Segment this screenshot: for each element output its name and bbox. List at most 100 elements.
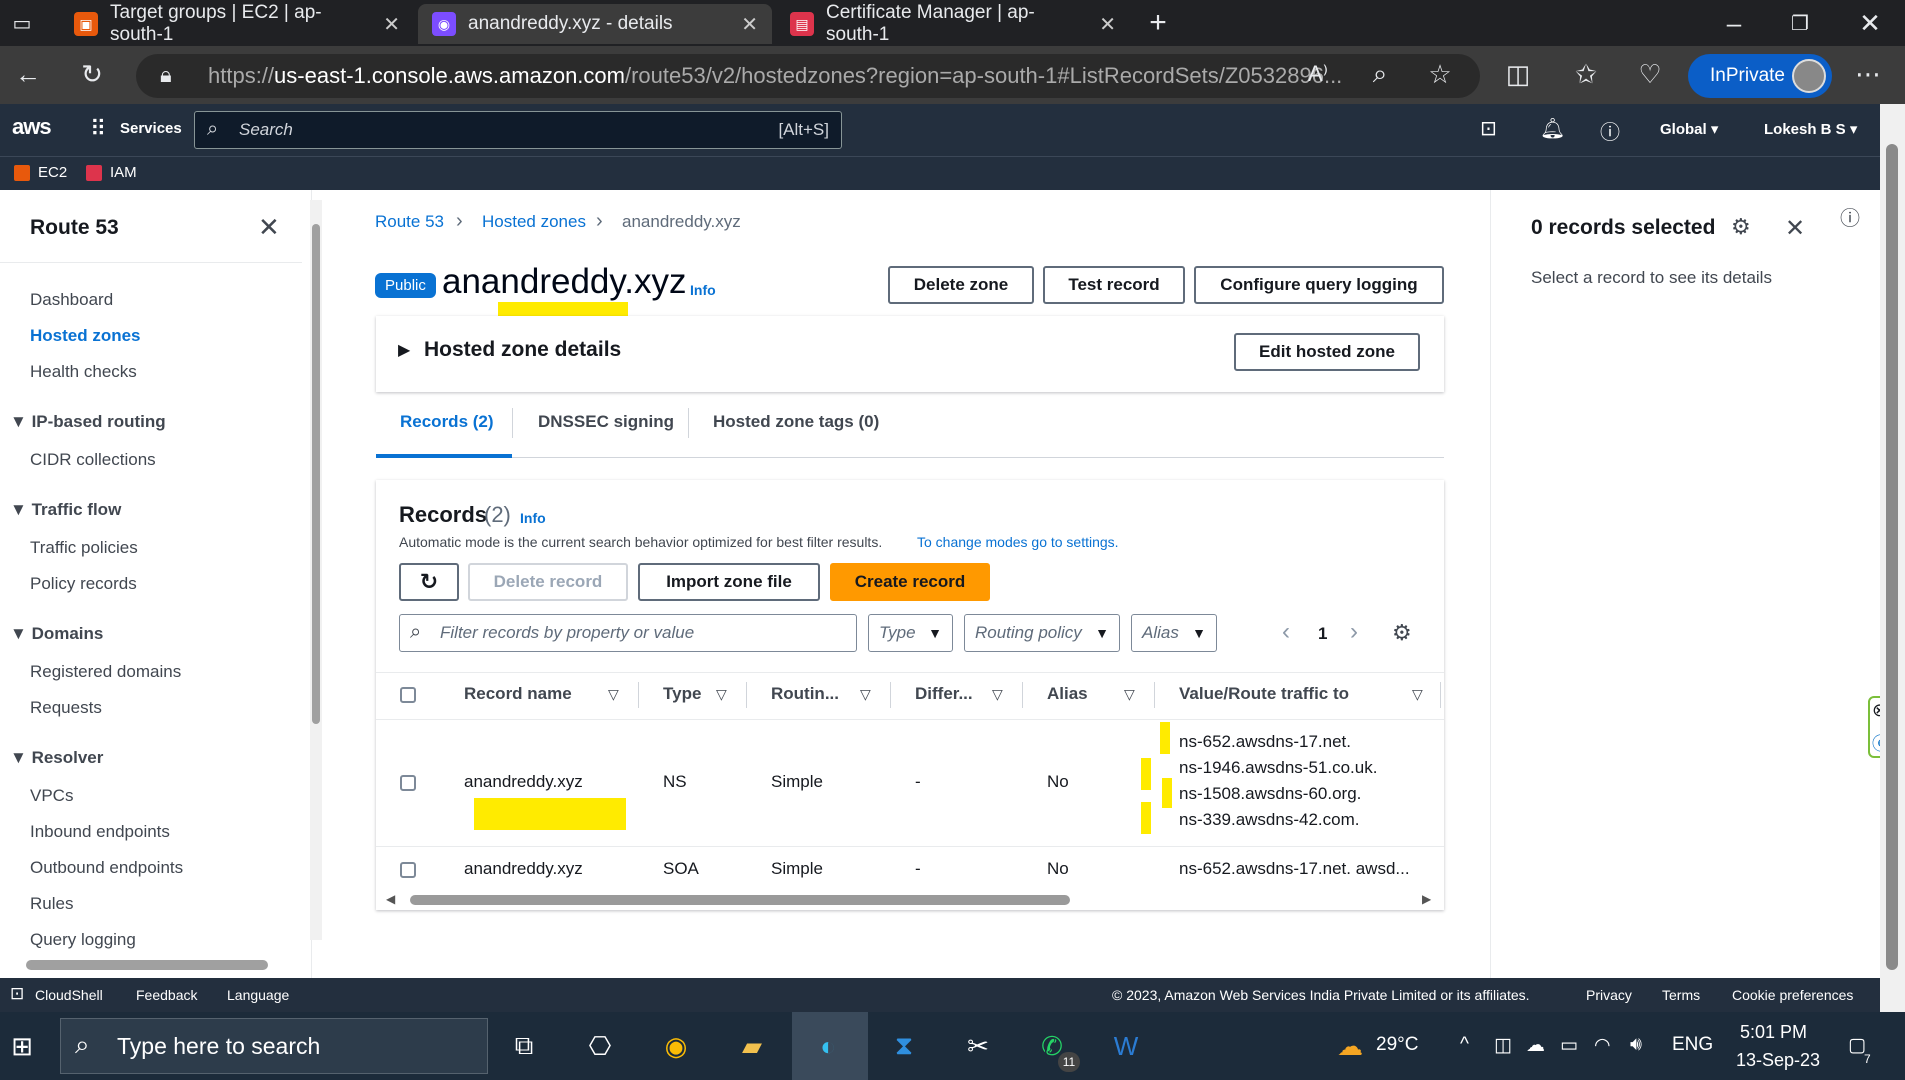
- sidebar-item-inbound[interactable]: Inbound endpoints: [30, 822, 170, 842]
- edge-browser-icon[interactable]: ◐: [806, 1024, 850, 1068]
- browser-tab-target-groups[interactable]: ▣ Target groups | EC2 | ap-south-1 ✕: [60, 2, 414, 45]
- zone-info-link[interactable]: Info: [690, 282, 716, 298]
- column-divider[interactable]: [1022, 682, 1023, 708]
- sidebar-item-vpcs[interactable]: VPCs: [30, 786, 73, 806]
- records-info-link[interactable]: Info: [520, 510, 546, 526]
- weather-icon[interactable]: ☁: [1328, 1024, 1372, 1068]
- file-explorer-icon[interactable]: ▰: [730, 1024, 774, 1068]
- col-routing[interactable]: Routin...: [771, 684, 839, 704]
- col-record-name[interactable]: Record name: [464, 684, 572, 704]
- hosted-zone-details-toggle[interactable]: Hosted zone details: [424, 338, 621, 362]
- sidebar-section-traffic-flow[interactable]: ▼ Traffic flow: [10, 500, 121, 520]
- column-divider[interactable]: [890, 682, 891, 708]
- favorite-star-icon[interactable]: ☆: [1420, 54, 1460, 94]
- footer-terms[interactable]: Terms: [1662, 987, 1700, 1003]
- close-tab-icon[interactable]: ✕: [741, 12, 758, 37]
- col-value[interactable]: Value/Route traffic to: [1179, 684, 1349, 704]
- scroll-thumb[interactable]: [26, 960, 268, 970]
- restore-icon[interactable]: ❐: [1780, 3, 1820, 43]
- browser-tab-cert-manager[interactable]: ▤ Certificate Manager | ap-south-1 ✕: [776, 2, 1130, 45]
- edit-hosted-zone-button[interactable]: Edit hosted zone: [1234, 333, 1420, 371]
- tab-zone-tags[interactable]: Hosted zone tags (0): [713, 412, 879, 432]
- sidebar-section-resolver[interactable]: ▼ Resolver: [10, 748, 103, 768]
- filter-records-input[interactable]: ⌕ Filter records by property or value: [399, 614, 857, 652]
- previous-page-icon[interactable]: ‹: [1282, 618, 1290, 646]
- split-screen-icon[interactable]: ◫: [1498, 54, 1538, 94]
- create-record-button[interactable]: Create record: [830, 563, 990, 601]
- browser-tab-zone-details[interactable]: ◉ anandreddy.xyz - details ✕: [418, 4, 772, 44]
- favorite-iam[interactable]: IAM: [110, 164, 137, 181]
- sidebar-item-policy-records[interactable]: Policy records: [30, 574, 137, 594]
- aws-search-input[interactable]: ⌕ Search [Alt+S]: [194, 111, 842, 149]
- delete-record-button[interactable]: Delete record: [468, 563, 628, 601]
- col-differentiator[interactable]: Differ...: [915, 684, 973, 704]
- clock-date[interactable]: 13-Sep-23: [1736, 1050, 1820, 1071]
- help-icon[interactable]: ⓘ: [1600, 116, 1620, 145]
- tab-dnssec[interactable]: DNSSEC signing: [538, 412, 674, 432]
- browser-essentials-icon[interactable]: ♡: [1630, 54, 1670, 94]
- scroll-left-icon[interactable]: ◀: [386, 892, 395, 906]
- split-panel-settings-gear-icon[interactable]: ⚙: [1731, 214, 1751, 240]
- scroll-thumb[interactable]: [410, 895, 1070, 905]
- onedrive-icon[interactable]: ☁: [1526, 1034, 1545, 1057]
- close-window-icon[interactable]: ✕: [1850, 3, 1890, 43]
- wifi-icon[interactable]: ◠: [1594, 1034, 1611, 1057]
- table-settings-gear-icon[interactable]: ⚙: [1392, 620, 1412, 646]
- next-page-icon[interactable]: ›: [1350, 618, 1358, 646]
- refresh-button[interactable]: ↻: [399, 563, 459, 601]
- breadcrumb-route53[interactable]: Route 53: [375, 212, 444, 232]
- breadcrumb-hosted-zones[interactable]: Hosted zones: [482, 212, 586, 232]
- scroll-thumb[interactable]: [312, 224, 320, 724]
- url-field[interactable]: 🔒︎ https://us-east-1.console.aws.amazon.…: [136, 54, 1480, 98]
- select-all-checkbox[interactable]: [400, 687, 416, 703]
- inprivate-button[interactable]: InPrivate: [1688, 54, 1832, 98]
- volume-icon[interactable]: 🔊︎: [1630, 1034, 1642, 1056]
- caret-right-icon[interactable]: ▶: [398, 340, 410, 360]
- row-checkbox[interactable]: [400, 775, 416, 791]
- type-filter-select[interactable]: Type ▼: [868, 614, 953, 652]
- footer-cloudshell[interactable]: CloudShell: [35, 987, 103, 1003]
- network-app-icon[interactable]: ⎔: [578, 1024, 622, 1068]
- sidebar-vertical-scrollbar[interactable]: [310, 200, 322, 940]
- close-tab-icon[interactable]: ✕: [383, 12, 400, 37]
- input-language[interactable]: ENG: [1672, 1034, 1713, 1056]
- account-menu[interactable]: Lokesh B S ▾: [1764, 120, 1857, 138]
- zoom-icon[interactable]: ⌕: [1360, 54, 1400, 94]
- sidebar-item-health-checks[interactable]: Health checks: [30, 362, 137, 382]
- sidebar-item-query-logging[interactable]: Query logging: [30, 930, 136, 950]
- info-panel-icon[interactable]: ⓘ: [1840, 202, 1860, 231]
- page-vertical-scrollbar[interactable]: [1880, 104, 1905, 1012]
- change-mode-link[interactable]: To change modes go to settings.: [917, 534, 1119, 550]
- sidebar-horizontal-scrollbar[interactable]: [0, 956, 300, 972]
- table-horizontal-scrollbar[interactable]: ◀ ▶: [380, 892, 1440, 908]
- services-menu[interactable]: Services: [120, 120, 182, 137]
- minimize-icon[interactable]: –: [1714, 3, 1754, 43]
- tab-records[interactable]: Records (2): [400, 412, 494, 432]
- services-grid-icon[interactable]: ⠿: [90, 116, 106, 142]
- column-divider[interactable]: [1440, 682, 1441, 708]
- footer-cookie-preferences[interactable]: Cookie preferences: [1732, 987, 1853, 1003]
- sidebar-item-requests[interactable]: Requests: [30, 698, 102, 718]
- taskbar-search-input[interactable]: ⌕ Type here to search: [60, 1018, 488, 1074]
- row-checkbox[interactable]: [400, 862, 416, 878]
- sidebar-item-dashboard[interactable]: Dashboard: [30, 290, 113, 310]
- column-divider[interactable]: [1154, 682, 1155, 708]
- sidebar-item-hosted-zones[interactable]: Hosted zones: [30, 326, 141, 346]
- task-view-icon[interactable]: ⧉: [502, 1024, 546, 1068]
- tab-actions-icon[interactable]: ▭: [2, 3, 42, 43]
- close-sidebar-icon[interactable]: ✕: [258, 212, 280, 243]
- meet-icon[interactable]: ◫: [1494, 1034, 1512, 1057]
- vscode-icon[interactable]: ⧗: [882, 1024, 926, 1068]
- more-menu-icon[interactable]: ⋯: [1848, 54, 1888, 94]
- close-tab-icon[interactable]: ✕: [1099, 12, 1116, 37]
- sort-icon[interactable]: ▽: [608, 686, 619, 703]
- cloudshell-icon[interactable]: ⊡: [1480, 116, 1497, 141]
- sidebar-item-cidr[interactable]: CIDR collections: [30, 450, 156, 470]
- new-tab-icon[interactable]: +: [1138, 3, 1178, 43]
- sidebar-item-traffic-policies[interactable]: Traffic policies: [30, 538, 138, 558]
- alias-filter-select[interactable]: Alias ▼: [1131, 614, 1217, 652]
- routing-policy-filter-select[interactable]: Routing policy ▼: [964, 614, 1120, 652]
- read-aloud-icon[interactable]: A⁾: [1298, 54, 1338, 94]
- tray-chevron-icon[interactable]: ^: [1460, 1034, 1469, 1056]
- sidebar-item-registered-domains[interactable]: Registered domains: [30, 662, 181, 682]
